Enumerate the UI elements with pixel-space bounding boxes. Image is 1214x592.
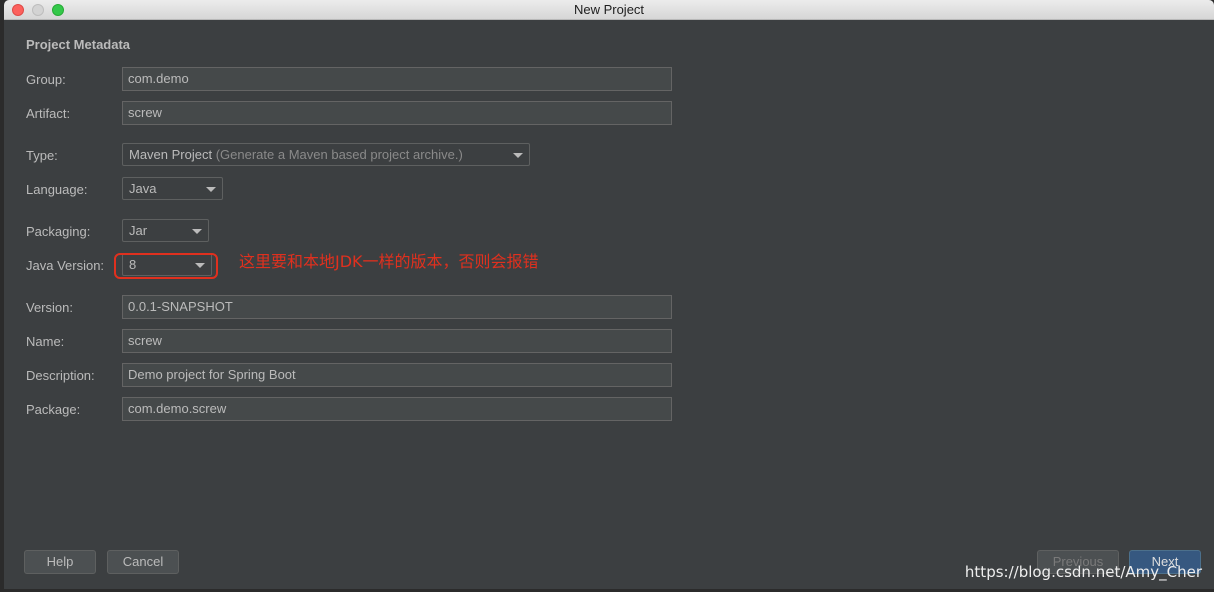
language-select[interactable]: Java: [122, 177, 223, 200]
description-label: Description:: [26, 368, 95, 383]
new-project-dialog: New Project Project Metadata Group: com.…: [4, 0, 1214, 589]
package-label: Package:: [26, 402, 81, 417]
version-field[interactable]: 0.0.1-SNAPSHOT: [122, 295, 672, 319]
watermark-text: https://blog.csdn.net/Amy_Cher: [964, 563, 1202, 581]
packaging-label: Packaging:: [26, 224, 91, 239]
description-field[interactable]: Demo project for Spring Boot: [122, 363, 672, 387]
title-bar: New Project: [4, 0, 1214, 20]
chevron-down-icon: [513, 153, 523, 158]
package-field[interactable]: com.demo.screw: [122, 397, 672, 421]
window-title: New Project: [573, 2, 645, 17]
artifact-label: Artifact:: [26, 106, 71, 121]
type-value: Maven Project: [129, 147, 213, 162]
artifact-field[interactable]: screw: [122, 101, 672, 125]
java-version-label: Java Version:: [26, 258, 105, 273]
version-label: Version:: [26, 300, 73, 315]
group-label: Group:: [26, 72, 66, 87]
type-select[interactable]: Maven Project (Generate a Maven based pr…: [122, 143, 530, 166]
name-label: Name:: [26, 334, 65, 349]
type-label: Type:: [26, 148, 58, 163]
annotation-text: 这里要和本地JDK一样的版本，否则会报错: [239, 252, 539, 271]
chevron-down-icon: [206, 187, 216, 192]
type-hint: (Generate a Maven based project archive.…: [215, 147, 463, 162]
help-button[interactable]: Help: [24, 550, 96, 574]
cancel-button[interactable]: Cancel: [107, 550, 179, 574]
chevron-down-icon: [192, 229, 202, 234]
packaging-value: Jar: [129, 223, 148, 238]
packaging-select[interactable]: Jar: [122, 219, 209, 242]
group-field[interactable]: com.demo: [122, 67, 672, 91]
language-value: Java: [129, 181, 157, 196]
section-title: Project Metadata: [26, 37, 131, 52]
annotation-highlight-box: [114, 253, 218, 279]
language-label: Language:: [26, 182, 88, 197]
name-field[interactable]: screw: [122, 329, 672, 353]
